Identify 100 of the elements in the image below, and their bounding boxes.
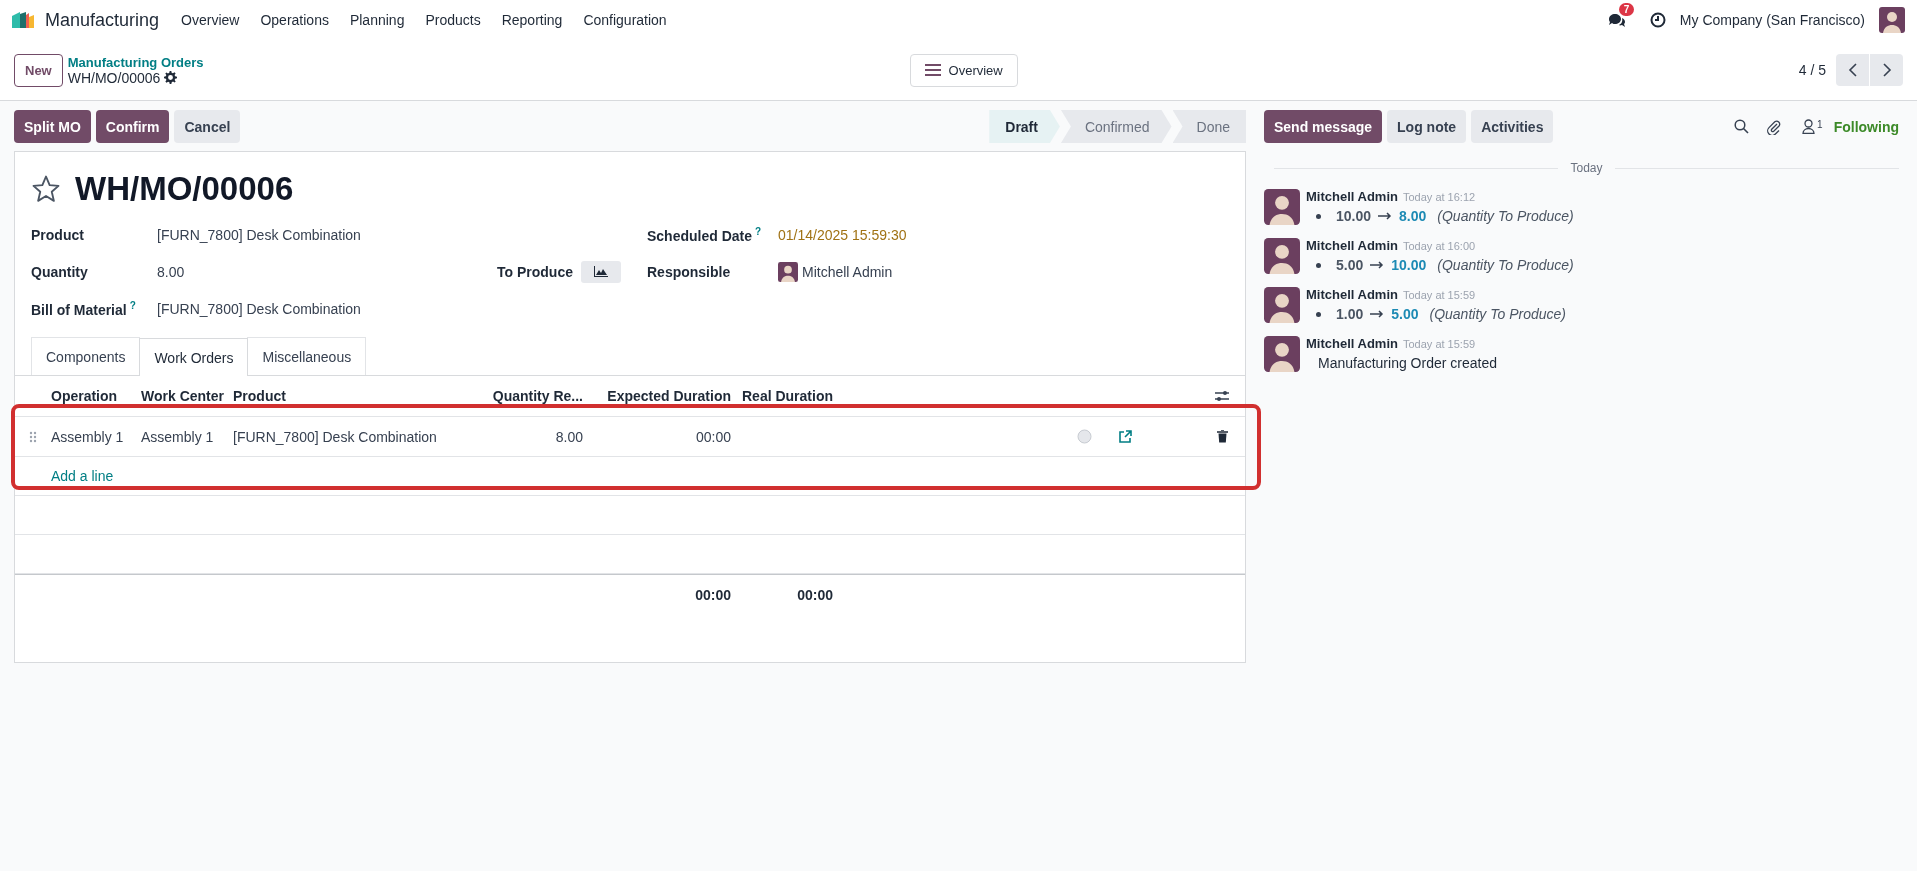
column-header[interactable]: Work Center <box>141 388 233 404</box>
action-button[interactable]: Split MO <box>14 110 91 143</box>
field-label: Responsible <box>647 263 732 280</box>
user-avatar-icon <box>1264 287 1300 323</box>
followers-count: 1 <box>1817 119 1823 130</box>
column-header[interactable]: Quantity Re... <box>482 388 592 404</box>
message-author[interactable]: Mitchell Admin <box>1306 189 1398 204</box>
message-author[interactable]: Mitchell Admin <box>1306 336 1398 351</box>
message-time: Today at 16:00 <box>1402 240 1476 252</box>
new-button[interactable]: New <box>14 53 63 87</box>
user-avatar-icon[interactable] <box>1879 7 1905 33</box>
chevron-left-icon <box>1847 63 1858 77</box>
field-label: Bill of Material $^{?}$ <box>31 299 137 318</box>
column-header[interactable]: Real Duration <box>740 388 842 404</box>
table-cell-text: [FURN_7800] Desk Combination <box>233 428 438 445</box>
bullet-icon <box>1316 311 1321 317</box>
next-button[interactable] <box>1870 54 1903 86</box>
menu-item[interactable]: Reporting <box>501 12 563 28</box>
old-value: 10.00 <box>1336 208 1372 224</box>
menu-icon <box>924 64 941 76</box>
message-author[interactable]: Mitchell Admin <box>1306 287 1398 302</box>
message-time: Today at 15:59 <box>1402 289 1476 301</box>
chat-bubbles-icon[interactable] <box>1607 12 1626 28</box>
tracked-field: (Quantity To Produce) <box>1437 257 1574 273</box>
status-step[interactable]: Draft <box>989 110 1060 143</box>
menu-item[interactable]: Overview <box>181 12 240 28</box>
menu-item[interactable]: Operations <box>260 12 329 28</box>
following-button[interactable]: Following <box>1833 118 1899 135</box>
bullet-icon <box>1316 262 1321 268</box>
field-value[interactable]: 8.00 <box>157 263 497 280</box>
column-header[interactable]: Operation <box>51 388 141 404</box>
menu-item[interactable]: Planning <box>349 12 405 28</box>
action-button[interactable]: Confirm <box>95 110 170 143</box>
external-link-icon[interactable] <box>1119 430 1132 443</box>
message-author[interactable]: Mitchell Admin <box>1306 238 1398 253</box>
record-name: WH/MO/00006 <box>67 69 161 86</box>
notebook-tab[interactable]: Work Orders <box>139 338 249 376</box>
new-value: 8.00 <box>1399 208 1427 224</box>
chatter-button[interactable]: Log note <box>1387 110 1467 143</box>
tracked-field: (Quantity To Produce) <box>1429 306 1566 322</box>
app-logo-icon[interactable] <box>12 12 34 28</box>
message-time: Today at 15:59 <box>1402 338 1476 350</box>
old-value: 1.00 <box>1336 306 1364 322</box>
app-name[interactable]: Manufacturing <box>45 9 160 31</box>
forecast-button[interactable] <box>580 260 621 283</box>
gear-icon[interactable] <box>164 71 178 84</box>
chatter-button[interactable]: Send message <box>1264 110 1383 143</box>
status-step[interactable]: Confirmed <box>1060 110 1172 143</box>
field-value[interactable]: 01/14/2025 15:59:30 <box>778 226 907 243</box>
status-step[interactable]: Done <box>1172 110 1246 143</box>
new-value: 10.00 <box>1391 257 1427 273</box>
notification-badge: 7 <box>1618 3 1635 16</box>
total-cell-text: 00:00 <box>796 586 834 603</box>
user-avatar-icon <box>1264 238 1300 274</box>
person-icon[interactable] <box>1802 119 1816 134</box>
previous-button[interactable] <box>1836 54 1869 86</box>
column-header[interactable]: Expected Duration <box>592 388 740 404</box>
bullet-icon <box>1316 213 1321 219</box>
field-label: Quantity <box>31 263 89 280</box>
chatter-button[interactable]: Activities <box>1471 110 1554 143</box>
company-switcher[interactable]: My Company (San Francisco) <box>1679 12 1865 28</box>
star-icon[interactable] <box>31 174 61 204</box>
table-cell-text: Assembly 1 <box>141 428 215 445</box>
field-label: To Produce <box>497 263 573 280</box>
arrow-icon <box>1370 310 1385 318</box>
tracked-field: (Quantity To Produce) <box>1437 208 1574 224</box>
drag-handle-icon[interactable] <box>29 430 37 443</box>
menu-item[interactable]: Configuration <box>583 12 667 28</box>
search-icon[interactable] <box>1734 119 1750 134</box>
date-separator: Today <box>1570 161 1603 175</box>
area-chart-icon <box>593 266 608 277</box>
user-avatar-icon <box>1264 189 1300 225</box>
sliders-icon[interactable] <box>1215 390 1229 402</box>
old-value: 5.00 <box>1336 257 1364 273</box>
arrow-icon <box>1378 212 1393 220</box>
arrow-icon <box>1370 261 1385 269</box>
chevron-right-icon <box>1881 63 1892 77</box>
action-button[interactable]: Cancel <box>174 110 241 143</box>
overview-button[interactable]: Overview <box>909 53 1018 87</box>
field-value[interactable]: [FURN_7800] Desk Combination <box>157 300 497 317</box>
user-avatar-icon <box>778 261 798 282</box>
notebook-tab[interactable]: Components <box>31 337 141 375</box>
paperclip-icon[interactable] <box>1766 118 1782 135</box>
table-cell-text: 8.00 <box>554 428 584 445</box>
new-value: 5.00 <box>1391 306 1419 322</box>
table-cell-text: 00:00 <box>694 428 732 445</box>
field-value[interactable]: [FURN_7800] Desk Combination <box>157 226 497 243</box>
add-line-link[interactable]: Add a line <box>51 468 482 484</box>
trash-icon[interactable] <box>1216 430 1228 443</box>
record-title: WH/MO/00006 <box>75 170 294 208</box>
breadcrumb-link[interactable]: Manufacturing Orders <box>67 54 204 70</box>
message-time: Today at 16:12 <box>1402 191 1476 203</box>
user-avatar-icon <box>1264 336 1300 372</box>
menu-item[interactable]: Products <box>425 12 481 28</box>
column-header[interactable]: Product <box>233 388 482 404</box>
clock-icon[interactable] <box>1649 12 1666 28</box>
field-value[interactable]: Mitchell Admin <box>802 263 893 280</box>
notebook-tab[interactable]: Miscellaneous <box>247 337 367 375</box>
table-cell-text: Assembly 1 <box>51 428 125 445</box>
message-text: Manufacturing Order created <box>1317 355 1497 371</box>
